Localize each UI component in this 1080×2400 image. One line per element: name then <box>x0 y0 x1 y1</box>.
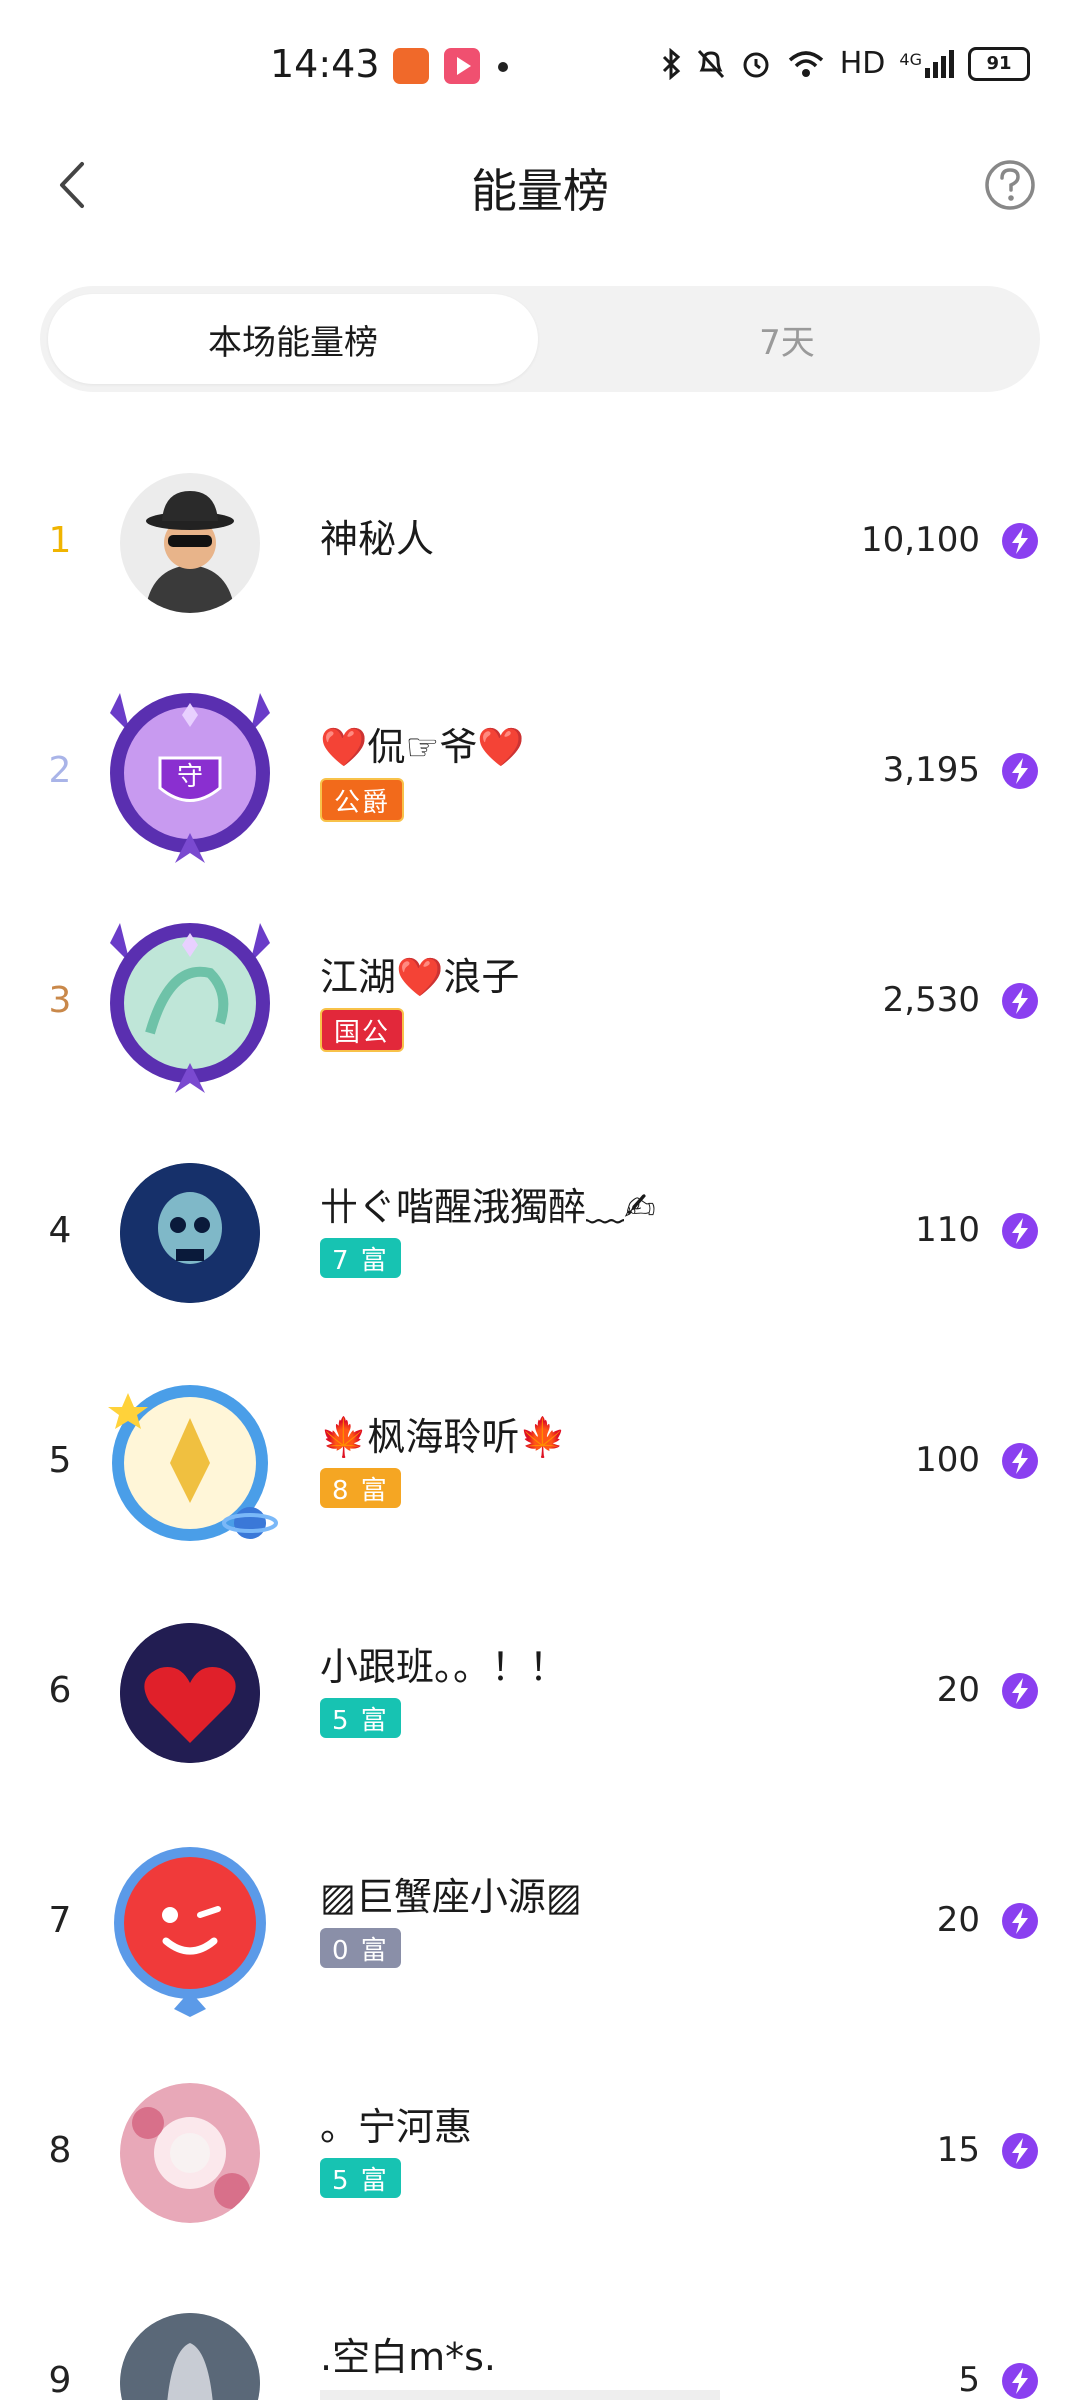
energy-score: 10,100 <box>861 520 980 560</box>
list-item[interactable]: 8 。宁河惠 5 富 15 <box>0 2038 1080 2268</box>
energy-bolt-icon <box>1002 753 1038 789</box>
question-icon <box>985 160 1035 210</box>
energy-score: 3,195 <box>882 750 980 790</box>
user-name: 小跟班。。！！ <box>320 1645 568 1689</box>
svg-text:守: 守 <box>177 762 203 792</box>
guardian-frame-icon <box>110 923 270 1093</box>
list-item[interactable]: 2 守 ❤️侃☞爷❤️ 公爵 3,195 <box>0 658 1080 888</box>
avatar <box>90 2283 290 2400</box>
energy-score: 5 <box>958 2360 980 2400</box>
guardian-frame-icon: 守 <box>110 693 270 863</box>
page-title: 能量榜 <box>471 164 609 218</box>
rank-number: 6 <box>48 1670 72 1711</box>
energy-bolt-icon <box>1002 1443 1038 1479</box>
user-name: ❤️侃☞爷❤️ <box>320 725 525 769</box>
wealth-badge: 0 富 <box>320 1928 401 1968</box>
status-icons: HD 4G 91 <box>660 46 1030 81</box>
list-item[interactable]: 9 .空白m*s. 5 <box>0 2268 1080 2400</box>
avatar <box>90 1133 290 1333</box>
notification-dot-icon <box>498 62 508 72</box>
ranking-tabs: 本场能量榜 7天 <box>40 286 1040 392</box>
skull-avatar <box>120 1163 260 1303</box>
avatar <box>90 2053 290 2253</box>
battery-icon: 91 <box>968 46 1030 81</box>
energy-bolt-icon <box>1002 1213 1038 1249</box>
list-item[interactable]: 6 小跟班。。！！ 5 富 20 <box>0 1578 1080 1808</box>
rank-number: 5 <box>48 1440 72 1481</box>
mute-bell-icon <box>697 49 724 78</box>
hooded-figure-avatar <box>120 2313 260 2400</box>
alarm-icon <box>743 52 769 77</box>
rank-number: 4 <box>48 1210 72 1251</box>
wifi-icon <box>788 50 823 77</box>
cell-signal-icon: 4G <box>899 49 954 78</box>
wealth-badge: 5 富 <box>320 2158 401 2198</box>
rank-badge: 公爵 <box>320 778 405 822</box>
avatar <box>90 1823 290 2023</box>
status-bar: 14:43 HD 4G 91 <box>0 0 1080 130</box>
kuaishou-app-icon <box>393 48 429 84</box>
list-item[interactable]: 3 江湖❤️浪子 国公 2,530 <box>0 888 1080 1118</box>
page-header: 能量榜 <box>0 130 1080 240</box>
wealth-badge: 5 富 <box>320 1698 401 1738</box>
user-name: .空白m*s. <box>320 2335 496 2379</box>
wealth-badge: 8 富 <box>320 1468 401 1508</box>
energy-score: 100 <box>915 1440 980 1480</box>
energy-bolt-icon <box>1002 1673 1038 1709</box>
rank-number: 7 <box>48 1900 72 1941</box>
star-planet-frame-icon <box>108 1385 278 1541</box>
energy-score: 110 <box>915 1210 980 1250</box>
energy-bolt-icon <box>1002 2363 1038 2399</box>
list-item[interactable]: 5 🍁枫海聆听🍁 8 富 100 <box>0 1348 1080 1578</box>
energy-score: 20 <box>936 1900 980 1940</box>
help-button[interactable] <box>980 155 1040 215</box>
energy-bolt-icon <box>1002 2133 1038 2169</box>
energy-score: 15 <box>936 2130 980 2170</box>
rank-number: 2 <box>48 750 72 791</box>
energy-bolt-icon <box>1002 523 1038 559</box>
user-name: 🍁枫海聆听🍁 <box>320 1415 567 1459</box>
rank-badge: 国公 <box>320 1008 405 1052</box>
tab-7-days[interactable]: 7天 <box>542 294 1032 384</box>
energy-score: 20 <box>936 1670 980 1710</box>
avatar <box>90 443 290 643</box>
status-time: 14:43 <box>270 42 380 86</box>
user-name: ▨巨蟹座小源▨ <box>320 1875 582 1919</box>
wealth-badge: 7 富 <box>320 1238 401 1278</box>
rank-number: 1 <box>48 520 72 561</box>
list-item[interactable]: 7 ▨巨蟹座小源▨ 0 富 20 <box>0 1808 1080 2038</box>
network-type-label: HD <box>839 46 886 81</box>
avatar <box>90 903 290 1103</box>
user-name: 神秘人 <box>320 517 435 561</box>
flower-avatar <box>120 2083 260 2223</box>
user-name: 江湖❤️浪子 <box>320 955 520 999</box>
tab-current-session[interactable]: 本场能量榜 <box>48 294 538 384</box>
badge-placeholder <box>320 2390 720 2400</box>
energy-bolt-icon <box>1002 983 1038 1019</box>
rank-number: 3 <box>48 980 72 1021</box>
user-name: 卄ぐ喈醒涐獨醉﹏✍ <box>320 1185 656 1229</box>
rank-number: 8 <box>48 2130 72 2171</box>
avatar <box>90 1593 290 1793</box>
video-app-icon <box>444 48 480 84</box>
bluetooth-icon <box>662 47 680 80</box>
wink-face-frame-icon <box>114 1847 266 2017</box>
mystery-person-avatar <box>120 473 260 613</box>
avatar <box>90 1363 290 1563</box>
energy-score: 2,530 <box>882 980 980 1020</box>
energy-bolt-icon <box>1002 1903 1038 1939</box>
rank-number: 9 <box>48 2360 72 2400</box>
heart-avatar <box>120 1623 260 1763</box>
list-item[interactable]: 4 卄ぐ喈醒涐獨醉﹏✍ 7 富 110 <box>0 1118 1080 1348</box>
user-name: 。宁河惠 <box>320 2105 473 2149</box>
list-item[interactable]: 1 神秘人 10,100 <box>0 428 1080 658</box>
avatar: 守 <box>90 673 290 873</box>
